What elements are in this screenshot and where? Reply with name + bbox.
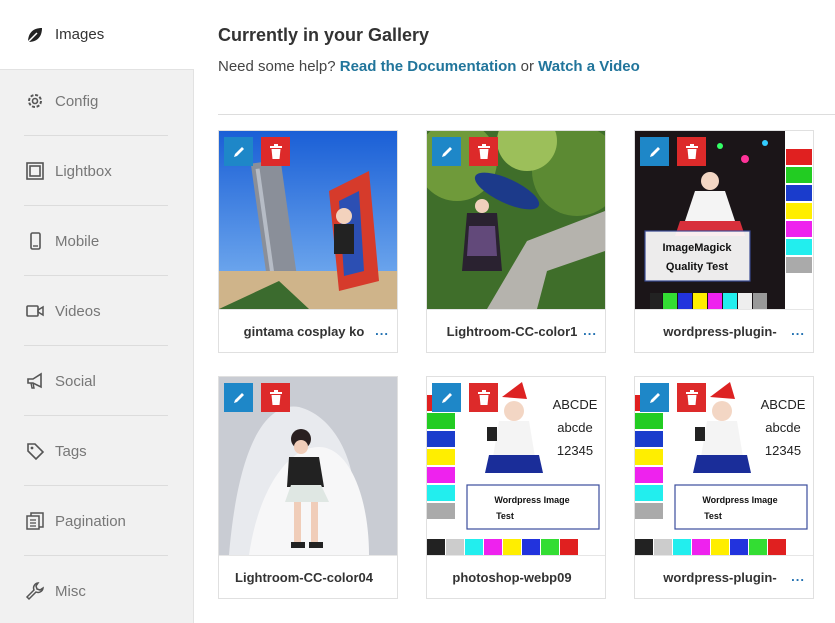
sidebar-item-label: Tags <box>55 442 87 460</box>
gear-icon <box>24 90 46 112</box>
edit-button[interactable] <box>640 137 669 166</box>
gallery-item[interactable]: gintama cosplay ko ... <box>218 130 398 353</box>
wrench-icon <box>24 580 46 602</box>
image-thumbnail[interactable]: ABCDE abcde 12345 Wordpress Image Test <box>635 377 813 555</box>
settings-sidebar: Images Config Lightbox Mobile Videos Soc… <box>0 0 194 623</box>
sidebar-item-label: Lightbox <box>55 162 112 180</box>
help-text: Need some help? Read the Documentation o… <box>218 58 640 75</box>
imagemagick-label-2: Quality Test <box>666 261 728 273</box>
mobile-icon <box>24 230 46 252</box>
imagemagick-label-1: ImageMagick <box>662 242 732 254</box>
watch-video-link[interactable]: Watch a Video <box>538 58 640 75</box>
edit-button[interactable] <box>224 383 253 412</box>
sidebar-item-pagination[interactable]: Pagination <box>0 486 194 556</box>
test-text-upper: ABCDE <box>761 397 806 412</box>
trash-icon <box>685 144 698 159</box>
tags-icon <box>24 440 46 462</box>
documentation-link[interactable]: Read the Documentation <box>340 58 517 75</box>
delete-button[interactable] <box>469 383 498 412</box>
leaf-icon <box>24 24 46 46</box>
pencil-icon <box>649 146 660 157</box>
help-or: or <box>520 58 534 75</box>
caption-more[interactable]: ... <box>583 323 597 338</box>
caption-more[interactable]: ... <box>791 323 805 338</box>
delete-button[interactable] <box>677 137 706 166</box>
image-caption: wordpress-plugin- <box>635 309 813 352</box>
image-caption: Lightroom-CC-color1 <box>427 309 605 352</box>
pencil-icon <box>441 146 452 157</box>
image-caption: wordpress-plugin- <box>635 555 813 598</box>
sidebar-item-misc[interactable]: Misc <box>0 556 194 623</box>
gallery-item[interactable]: Lightroom-CC-color04 <box>218 376 398 599</box>
pencil-icon <box>649 392 660 403</box>
sidebar-item-label: Images <box>55 26 105 43</box>
image-thumbnail[interactable] <box>427 131 605 309</box>
header-divider <box>218 114 835 115</box>
test-text-upper: ABCDE <box>553 397 598 412</box>
delete-button[interactable] <box>469 137 498 166</box>
gallery-item[interactable]: ABCDE abcde 12345 Wordpress Image Test p… <box>426 376 606 599</box>
video-camera-icon <box>24 300 46 322</box>
image-thumbnail[interactable] <box>219 131 397 309</box>
sidebar-item-images[interactable]: Images <box>0 0 194 70</box>
sidebar-item-label: Mobile <box>55 232 100 250</box>
test-text-lower: abcde <box>765 420 800 435</box>
gallery-item[interactable]: Lightroom-CC-color1 ... <box>426 130 606 353</box>
sidebar-item-mobile[interactable]: Mobile <box>0 206 194 276</box>
caption-more[interactable]: ... <box>791 569 805 584</box>
lightbox-icon <box>24 160 46 182</box>
edit-button[interactable] <box>640 383 669 412</box>
pagination-icon <box>24 510 46 532</box>
sidebar-item-label: Pagination <box>55 512 126 530</box>
wp-label-1: Wordpress Image <box>494 495 569 505</box>
delete-button[interactable] <box>677 383 706 412</box>
edit-button[interactable] <box>432 383 461 412</box>
image-caption: photoshop-webp09 <box>427 555 605 598</box>
trash-icon <box>477 144 490 159</box>
test-text-digits: 12345 <box>765 443 801 458</box>
wp-label-2: Test <box>496 511 514 521</box>
edit-button[interactable] <box>432 137 461 166</box>
trash-icon <box>269 390 282 405</box>
trash-icon <box>685 390 698 405</box>
pencil-icon <box>233 392 244 403</box>
wp-label-2: Test <box>704 511 722 521</box>
sidebar-item-label: Config <box>55 92 99 110</box>
image-thumbnail[interactable]: ImageMagick Quality Test <box>635 131 813 309</box>
sidebar-item-lightbox[interactable]: Lightbox <box>0 136 194 206</box>
gallery-item[interactable]: ImageMagick Quality Test wordpress-plugi… <box>634 130 814 353</box>
sidebar-item-social[interactable]: Social <box>0 346 194 416</box>
delete-button[interactable] <box>261 137 290 166</box>
wp-label-1: Wordpress Image <box>702 495 777 505</box>
image-caption: Lightroom-CC-color04 <box>219 555 397 598</box>
page-title: Currently in your Gallery <box>218 25 430 45</box>
megaphone-icon <box>24 370 46 392</box>
trash-icon <box>269 144 282 159</box>
delete-button[interactable] <box>261 383 290 412</box>
gallery-panel: Currently in your Gallery Need some help… <box>218 0 835 623</box>
test-text-lower: abcde <box>557 420 592 435</box>
pencil-icon <box>441 392 452 403</box>
image-caption: gintama cosplay ko <box>219 309 397 352</box>
sidebar-item-tags[interactable]: Tags <box>0 416 194 486</box>
image-thumbnail[interactable] <box>219 377 397 555</box>
sidebar-item-label: Social <box>55 372 96 390</box>
help-prefix: Need some help? <box>218 58 336 75</box>
caption-more[interactable]: ... <box>375 323 389 338</box>
sidebar-item-label: Videos <box>55 302 101 320</box>
test-text-digits: 12345 <box>557 443 593 458</box>
pencil-icon <box>233 146 244 157</box>
sidebar-item-label: Misc <box>55 582 86 600</box>
image-thumbnail[interactable]: ABCDE abcde 12345 Wordpress Image Test <box>427 377 605 555</box>
trash-icon <box>477 390 490 405</box>
sidebar-item-videos[interactable]: Videos <box>0 276 194 346</box>
gallery-item[interactable]: ABCDE abcde 12345 Wordpress Image Test w… <box>634 376 814 599</box>
edit-button[interactable] <box>224 137 253 166</box>
sidebar-item-config[interactable]: Config <box>0 66 194 136</box>
